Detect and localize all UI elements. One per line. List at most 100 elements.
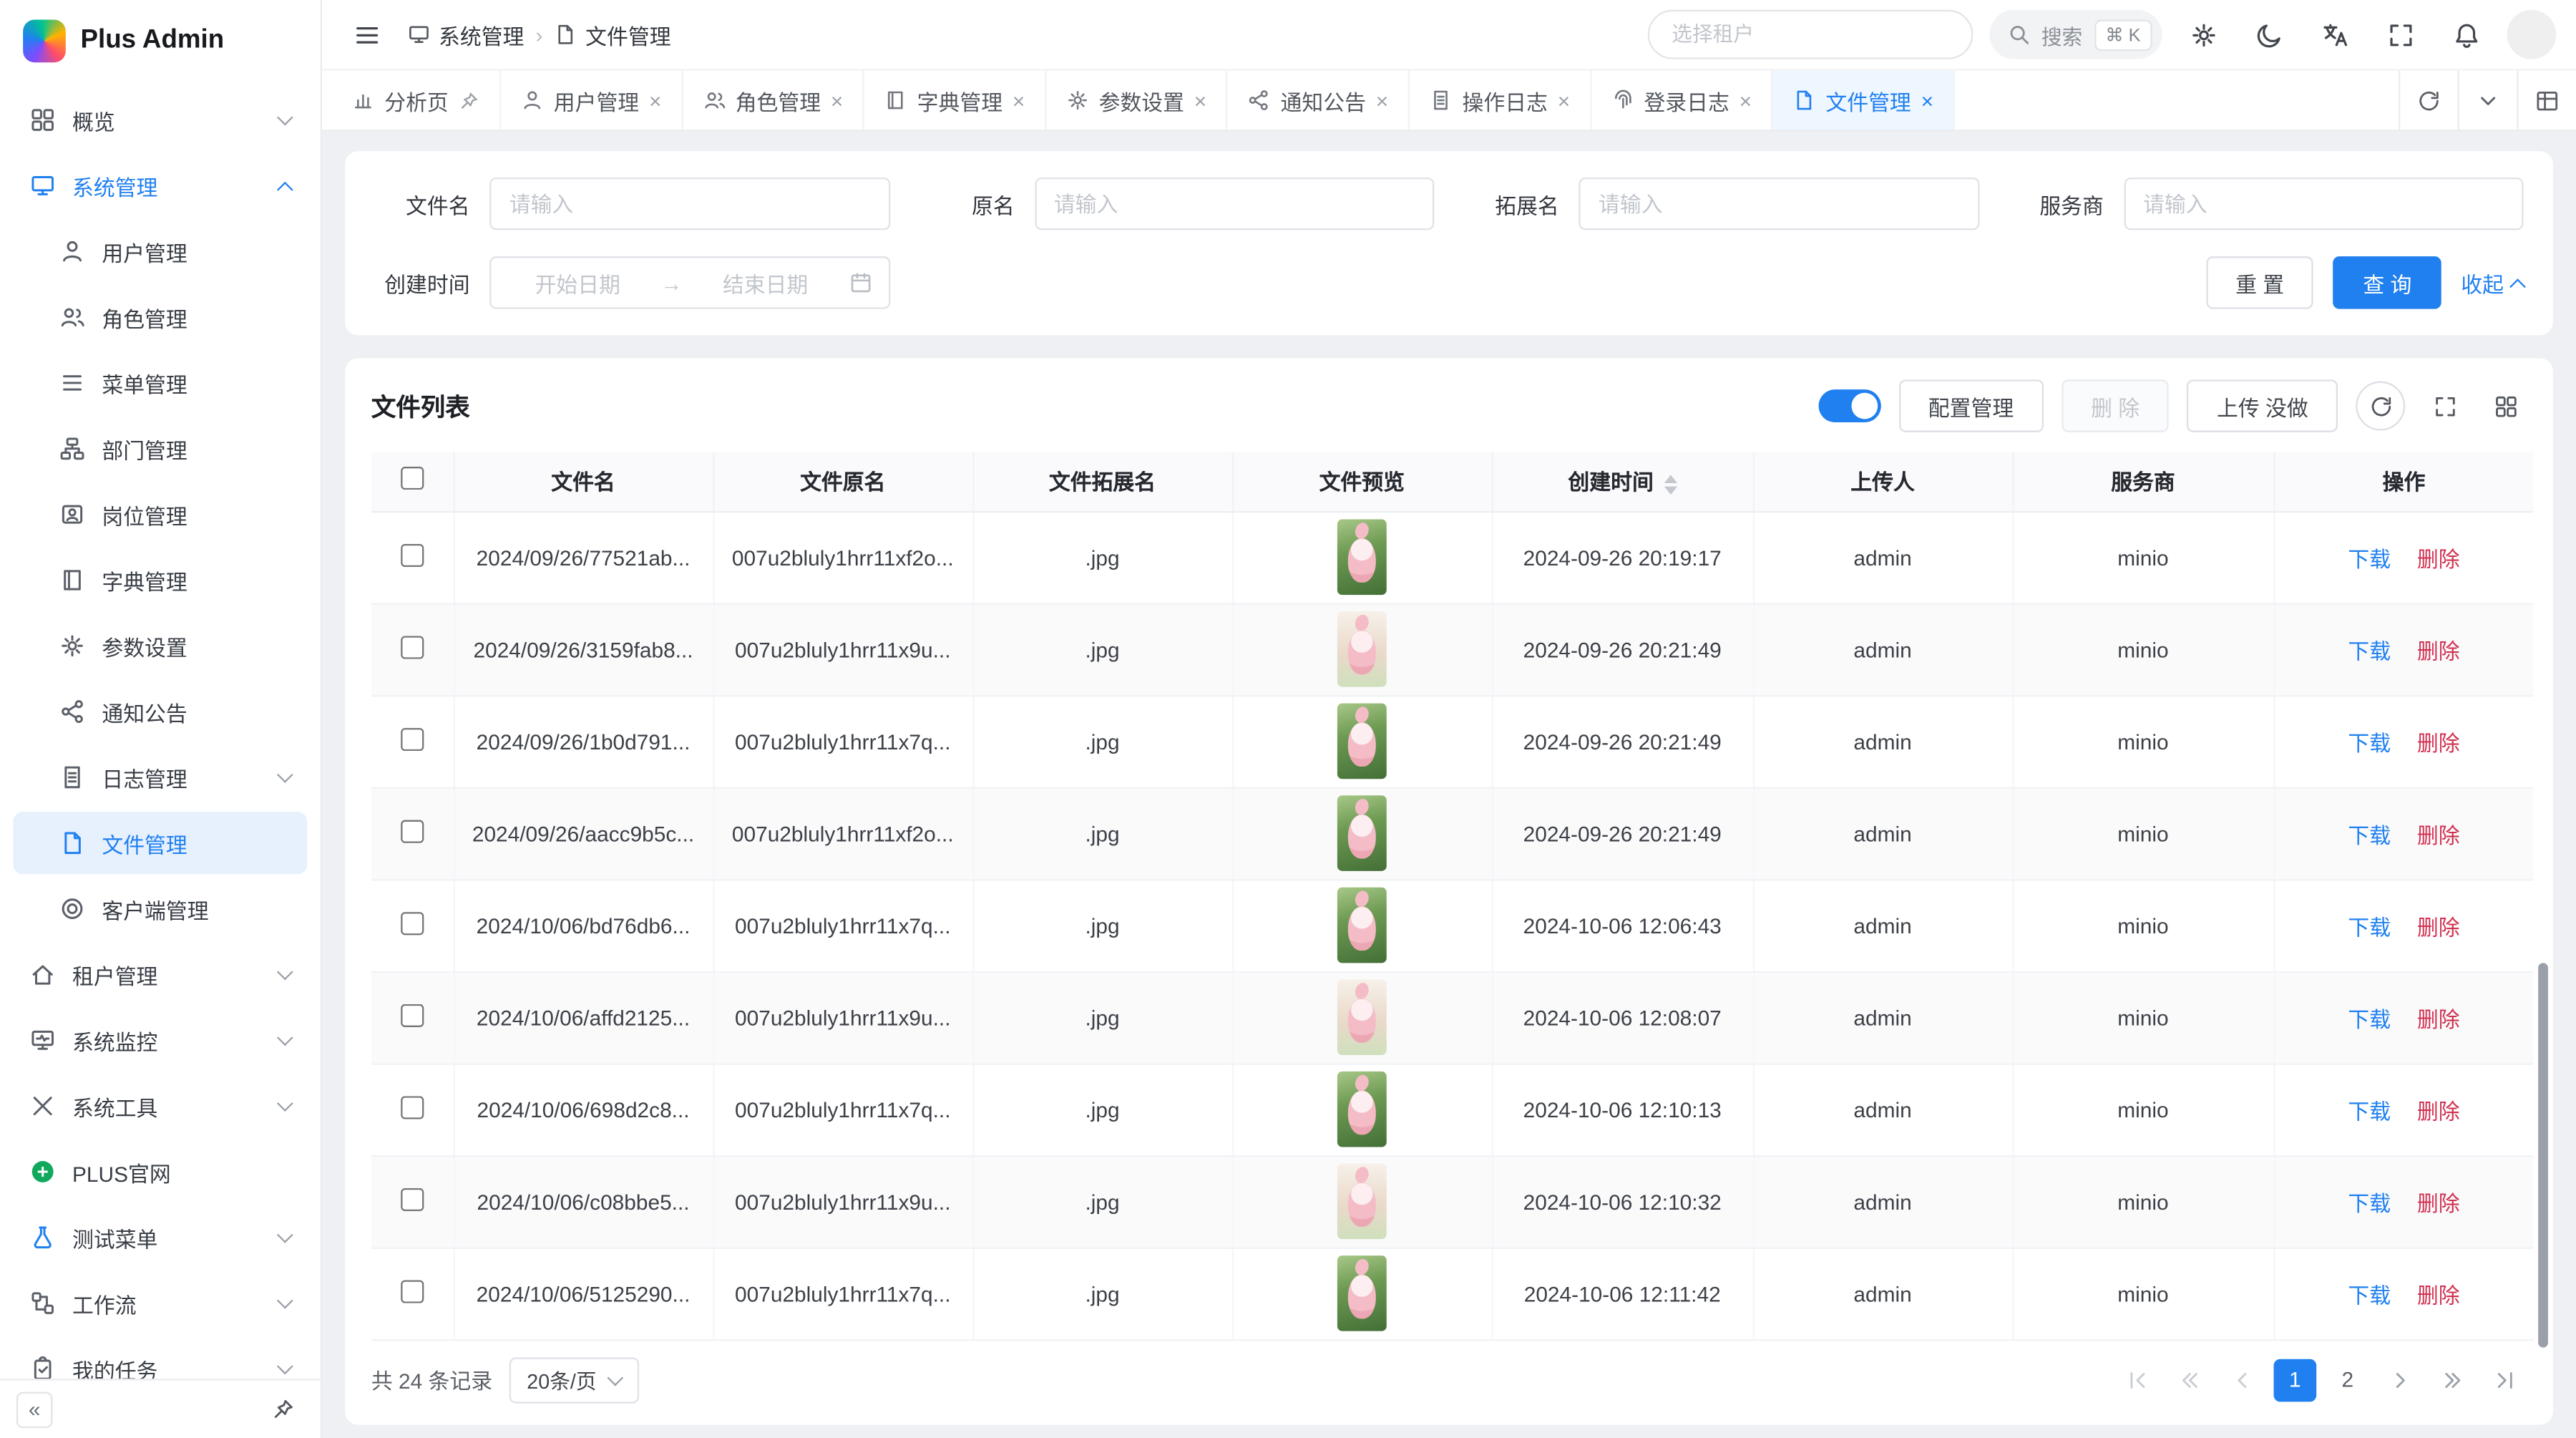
origin-name-input[interactable] (1034, 178, 1434, 230)
sidebar-item-system-tools[interactable]: 系统工具 (13, 1075, 307, 1137)
delete-link[interactable]: 删除 (2417, 822, 2460, 847)
col-create-time[interactable]: 创建时间 (1492, 452, 1753, 511)
last-page-button[interactable] (2484, 1359, 2527, 1401)
fullscreen-icon[interactable] (2376, 10, 2425, 59)
fast-next-button[interactable] (2431, 1359, 2474, 1401)
sidebar-item-workflow[interactable]: 工作流 (13, 1272, 307, 1334)
sidebar-item-department-management[interactable]: 部门管理 (13, 417, 307, 480)
delete-link[interactable]: 删除 (2417, 1190, 2460, 1215)
close-icon[interactable]: × (649, 89, 661, 111)
row-checkbox[interactable] (401, 820, 424, 842)
sidebar-item-overview[interactable]: 概览 (13, 89, 307, 151)
file-preview-image[interactable] (1337, 888, 1387, 963)
column-settings-button[interactable] (2484, 384, 2527, 427)
toggle-switch[interactable] (1818, 389, 1880, 422)
tab-operation-log[interactable]: 操作日志 × (1410, 71, 1591, 130)
close-icon[interactable]: × (1376, 89, 1388, 111)
sidebar-item-role-management[interactable]: 角色管理 (13, 286, 307, 348)
download-link[interactable]: 下载 (2348, 1283, 2391, 1307)
close-icon[interactable]: × (831, 89, 843, 111)
collapse-filters-link[interactable]: 收起 (2461, 267, 2523, 298)
file-preview-image[interactable] (1337, 979, 1387, 1055)
row-checkbox[interactable] (401, 1004, 424, 1026)
next-page-button[interactable] (2379, 1359, 2421, 1401)
tenant-select-input[interactable] (1647, 10, 1973, 59)
file-preview-image[interactable] (1337, 1072, 1387, 1147)
row-checkbox[interactable] (401, 543, 424, 566)
config-management-button[interactable]: 配置管理 (1898, 379, 2043, 432)
close-icon[interactable]: × (1013, 89, 1025, 111)
download-link[interactable]: 下载 (2348, 822, 2391, 847)
sidebar-item-my-tasks[interactable]: 我的任务 (13, 1338, 307, 1379)
notification-bell-icon[interactable] (2441, 10, 2491, 59)
delete-button[interactable]: 删 除 (2062, 379, 2170, 432)
download-link[interactable]: 下载 (2348, 915, 2391, 939)
delete-link[interactable]: 删除 (2417, 1099, 2460, 1123)
fullscreen-table-button[interactable] (2423, 384, 2466, 427)
prev-page-button[interactable] (2221, 1359, 2264, 1401)
tab-role-management[interactable]: 角色管理 × (683, 71, 864, 130)
user-avatar[interactable] (2507, 10, 2557, 59)
date-range-input[interactable]: 开始日期 → 结束日期 (489, 256, 889, 309)
download-link[interactable]: 下载 (2348, 1006, 2391, 1031)
search-button[interactable]: 查 询 (2333, 256, 2441, 309)
layout-icon[interactable] (2517, 71, 2576, 130)
row-checkbox[interactable] (401, 727, 424, 750)
sidebar-item-notice[interactable]: 通知公告 (13, 681, 307, 743)
breadcrumb-file-management[interactable]: 文件管理 (555, 19, 671, 50)
close-icon[interactable]: × (1740, 89, 1752, 111)
hamburger-menu-icon[interactable] (342, 10, 391, 59)
file-name-input[interactable] (489, 178, 889, 230)
reset-button[interactable]: 重 置 (2206, 256, 2314, 309)
sidebar-item-menu-management[interactable]: 菜单管理 (13, 351, 307, 414)
global-search-button[interactable]: 搜索 ⌘ K (1989, 10, 2162, 59)
file-preview-image[interactable] (1337, 795, 1387, 871)
sidebar-item-system-management[interactable]: 系统管理 (13, 155, 307, 217)
download-link[interactable]: 下载 (2348, 1190, 2391, 1215)
sidebar-item-tenant-management[interactable]: 租户管理 (13, 943, 307, 1006)
pin-icon[interactable] (459, 89, 480, 111)
row-checkbox[interactable] (401, 1279, 424, 1302)
pin-sidebar-button[interactable] (261, 1388, 304, 1431)
provider-input[interactable] (2123, 178, 2523, 230)
file-preview-image[interactable] (1337, 520, 1387, 596)
sidebar-item-file-management[interactable]: 文件管理 (13, 812, 307, 874)
tab-notice[interactable]: 通知公告 × (1228, 71, 1410, 130)
row-checkbox[interactable] (401, 911, 424, 934)
sidebar-item-post-management[interactable]: 岗位管理 (13, 483, 307, 545)
tab-file-management[interactable]: 文件管理 × (1773, 71, 1955, 130)
sidebar-item-client-management[interactable]: 客户端管理 (13, 878, 307, 940)
tab-param-settings[interactable]: 参数设置 × (1046, 71, 1228, 130)
download-link[interactable]: 下载 (2348, 731, 2391, 755)
table-scrollbar[interactable] (2538, 963, 2548, 1347)
delete-link[interactable]: 删除 (2417, 1006, 2460, 1031)
tab-user-management[interactable]: 用户管理 × (501, 71, 683, 130)
tab-login-log[interactable]: 登录日志 × (1591, 71, 1773, 130)
tab-analysis[interactable]: 分析页 (332, 71, 502, 130)
dark-mode-moon-icon[interactable] (2244, 10, 2293, 59)
row-checkbox[interactable] (401, 635, 424, 658)
extension-input[interactable] (1579, 178, 1979, 230)
file-preview-image[interactable] (1337, 1255, 1387, 1331)
sidebar-item-plus-website[interactable]: PLUS官网 (13, 1140, 307, 1203)
page-size-select[interactable]: 20条/页 (509, 1356, 639, 1402)
select-all-checkbox[interactable] (401, 467, 424, 490)
translate-icon[interactable] (2310, 10, 2359, 59)
upload-button[interactable]: 上传 没做 (2187, 379, 2338, 432)
tab-menu-chevron-icon[interactable] (2458, 71, 2517, 130)
close-icon[interactable]: × (1558, 89, 1570, 111)
sidebar-item-dict-management[interactable]: 字典管理 (13, 549, 307, 611)
file-preview-image[interactable] (1337, 704, 1387, 779)
delete-link[interactable]: 删除 (2417, 915, 2460, 939)
sidebar-collapse-button[interactable]: « (16, 1391, 53, 1427)
delete-link[interactable]: 删除 (2417, 546, 2460, 570)
row-checkbox[interactable] (401, 1187, 424, 1210)
sidebar-item-param-settings[interactable]: 参数设置 (13, 615, 307, 677)
close-icon[interactable]: × (1194, 89, 1206, 111)
fast-prev-button[interactable] (2169, 1359, 2212, 1401)
page-2-button[interactable]: 2 (2326, 1359, 2369, 1401)
sidebar-item-log-management[interactable]: 日志管理 (13, 746, 307, 808)
file-preview-image[interactable] (1337, 611, 1387, 687)
page-1-button[interactable]: 1 (2274, 1359, 2317, 1401)
first-page-button[interactable] (2116, 1359, 2159, 1401)
